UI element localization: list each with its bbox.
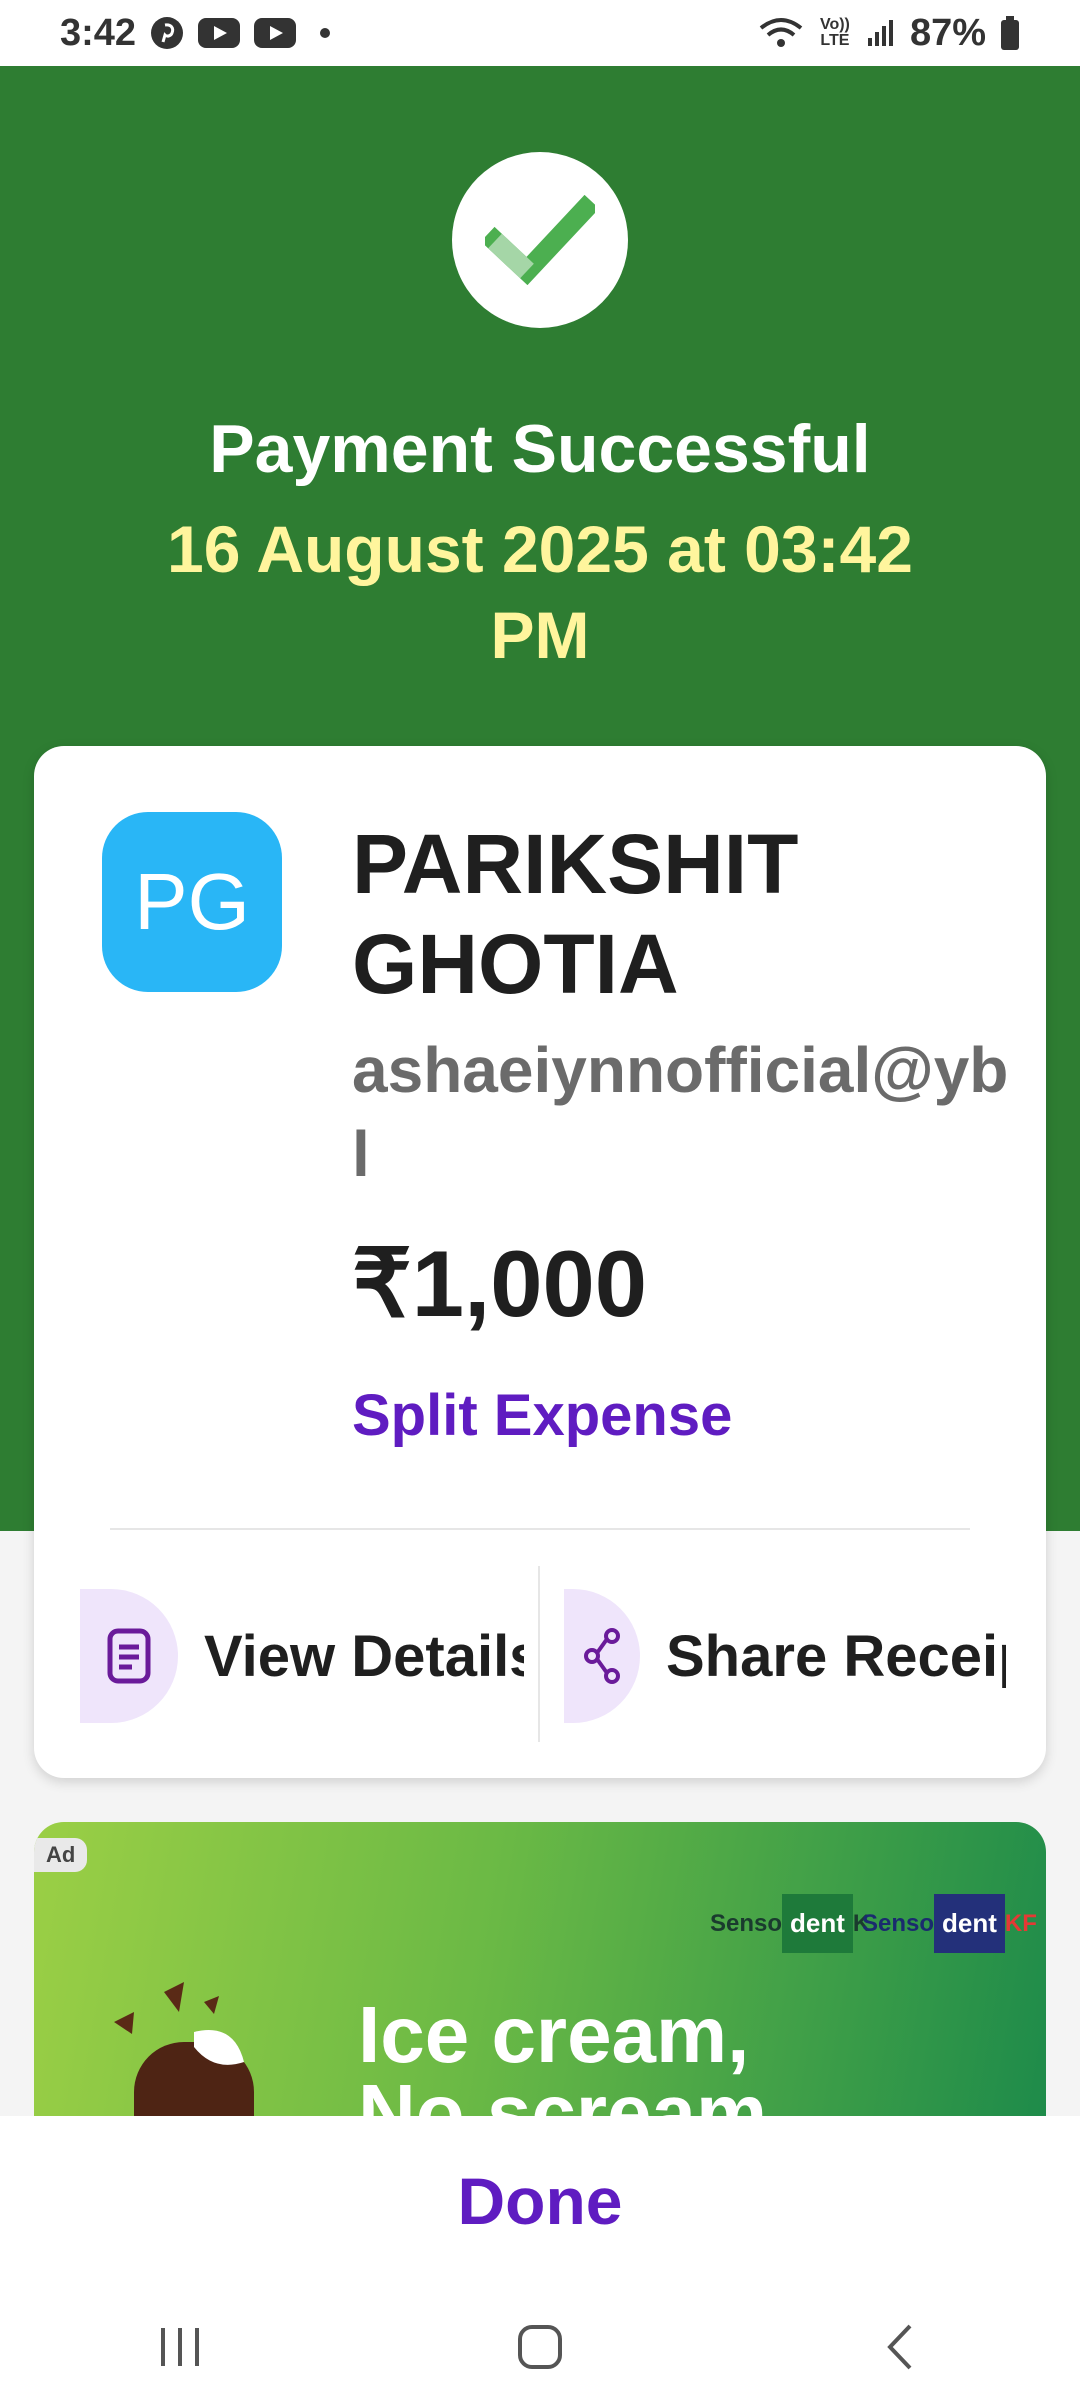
home-button[interactable] <box>480 2307 600 2387</box>
brand-logo-sensodent-k: Senso dent K <box>710 1894 870 1953</box>
payee-upi-id: ashaeiynnofficial@ybl <box>352 1034 1009 1190</box>
back-icon <box>887 2324 912 2370</box>
check-icon <box>485 195 595 285</box>
battery-percent: 87% <box>909 11 986 54</box>
recents-icon <box>161 2328 199 2366</box>
payment-details-card: PG PARIKSHIT GHOTIA ashaeiynnofficial@yb… <box>34 746 1046 1778</box>
status-time: 3:42 <box>60 11 137 54</box>
split-expense-link[interactable]: Split Expense <box>352 1382 732 1449</box>
status-bar: 3:42 Vo)) LTE 87% <box>0 0 1080 66</box>
share-receipt-label: Share Receipt <box>666 1623 1006 1689</box>
home-icon <box>518 2325 562 2369</box>
ad-badge: Ad <box>34 1838 88 1872</box>
status-left: 3:42 <box>60 11 331 55</box>
recents-button[interactable] <box>120 2307 240 2387</box>
brand-logo-sensodent-kf: Senso dent KF <box>862 1894 1037 1953</box>
done-bar: Done <box>0 2116 1080 2286</box>
ad-headline-line-1: Ice cream, <box>358 1990 750 2079</box>
avatar: PG <box>102 812 282 992</box>
payment-success-screen: 3:42 Vo)) LTE 87% Payment Successful 16 … <box>0 0 1080 2408</box>
ad-banner[interactable]: Ad Senso dent K Senso dent KF Ice cream,… <box>34 1822 1046 2122</box>
view-details-icon-bg <box>80 1589 178 1723</box>
volte-icon: Vo)) LTE <box>819 16 850 49</box>
ice-cream-image <box>114 1982 254 2122</box>
share-icon <box>584 1628 620 1684</box>
share-receipt-button[interactable]: Share Receipt <box>564 1586 1024 1726</box>
view-details-label: View Details <box>204 1623 524 1689</box>
back-button[interactable] <box>840 2307 960 2387</box>
ad-headline-line-2: No scream <box>358 2068 768 2123</box>
view-details-button[interactable]: View Details <box>80 1586 550 1726</box>
pinterest-icon <box>150 16 184 50</box>
payment-status-title: Payment Successful <box>209 411 871 487</box>
notification-dot <box>320 28 331 38</box>
status-right: Vo)) LTE 87% <box>758 12 1020 55</box>
wifi-icon <box>758 16 804 50</box>
battery-icon <box>1000 16 1020 50</box>
divider <box>110 1528 970 1530</box>
signal-icon <box>866 18 896 48</box>
brand-1-part-a: Senso <box>710 1909 783 1937</box>
done-button[interactable]: Done <box>452 2162 629 2240</box>
system-nav-bar <box>0 2286 1080 2408</box>
ad-headline: Ice cream, No scream <box>358 1990 768 2123</box>
brand-2-part-c: KF <box>1004 1909 1037 1937</box>
payee-name: PARIKSHIT GHOTIA <box>352 817 799 1011</box>
brand-2-part-b: dent <box>934 1894 1005 1953</box>
success-badge <box>452 152 628 328</box>
brand-1-part-b: dent <box>782 1894 853 1953</box>
brand-2-part-a: Senso <box>862 1909 935 1937</box>
youtube-icon <box>198 18 241 48</box>
document-icon <box>107 1628 151 1684</box>
payment-amount: ₹1,000 <box>352 1231 648 1336</box>
share-icon-bg <box>564 1589 640 1723</box>
payment-datetime: 16 August 2025 at 03:42 PM <box>167 512 913 672</box>
youtube-icon-2 <box>254 18 297 48</box>
